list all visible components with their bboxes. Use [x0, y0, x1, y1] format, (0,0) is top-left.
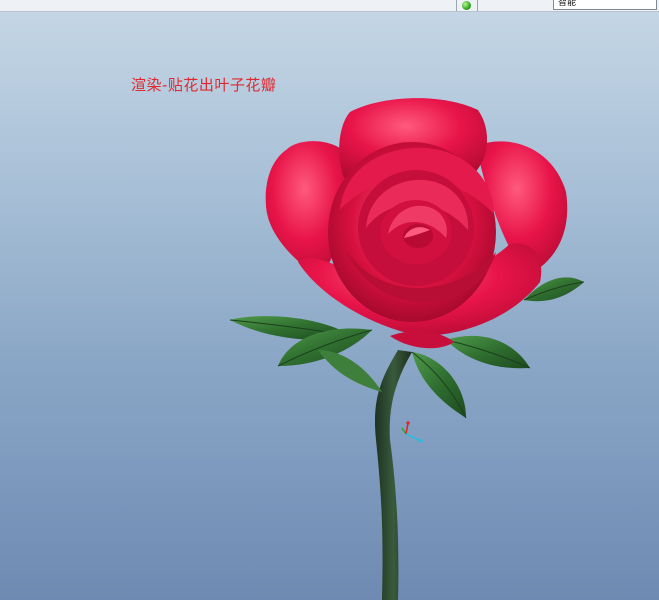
toolbar-separator — [456, 0, 457, 11]
green-light-icon[interactable] — [462, 1, 471, 10]
selection-filter-value: 智能 — [558, 0, 577, 8]
graphics-viewport[interactable]: 渲染-贴花出叶子花瓣 — [0, 12, 659, 600]
rose-stem — [374, 350, 412, 600]
coordinate-axes-icon — [401, 421, 423, 443]
toolbar: 智能 — [0, 0, 659, 12]
rose-bloom-center — [328, 142, 496, 322]
rose-model[interactable] — [0, 12, 659, 600]
toolbar-separator — [477, 0, 478, 11]
cad-window: 智能 渲染-贴花出叶子花瓣 — [0, 0, 659, 600]
selection-filter-dropdown[interactable]: 智能 — [553, 0, 657, 10]
